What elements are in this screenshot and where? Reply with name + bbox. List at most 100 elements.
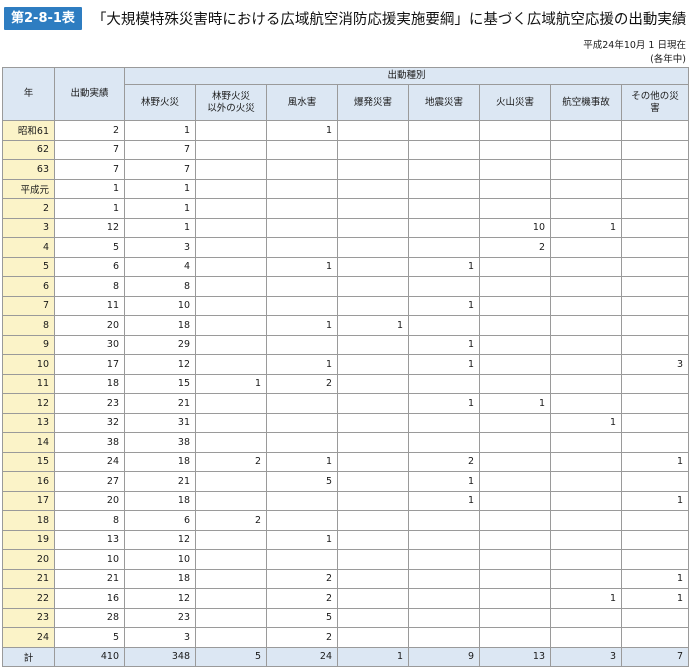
value-cell	[620, 120, 690, 141]
table-row: 22 16 12 2 1 1	[2, 588, 690, 609]
value-cell	[266, 198, 338, 219]
value-cell: 31	[124, 412, 196, 433]
value-cell	[195, 471, 267, 492]
value-cell: 1	[124, 120, 196, 141]
year-cell: 12	[2, 393, 55, 414]
value-cell	[550, 354, 622, 375]
total-cell: 8	[54, 276, 125, 297]
category-header: その他の災害	[620, 84, 690, 121]
value-cell: 2	[266, 588, 338, 609]
value-cell	[337, 568, 409, 589]
total-cell: 1	[54, 198, 125, 219]
table-row: 12 23 21 1 1	[2, 393, 690, 414]
document-page: 第2-8-1表 「大規模特殊災害時における広域航空消防応援実施要綱」に基づく広域…	[0, 0, 690, 667]
value-cell	[195, 334, 267, 355]
value-cell	[337, 276, 409, 297]
value-cell	[479, 568, 551, 589]
year-cell: 4	[2, 237, 55, 258]
value-cell	[479, 510, 551, 531]
year-cell: 8	[2, 315, 55, 336]
total-cell: 8	[54, 510, 125, 531]
value-cell	[620, 471, 690, 492]
total-cell: 5	[54, 237, 125, 258]
value-cell: 1	[408, 490, 480, 511]
value-cell	[337, 198, 409, 219]
value-cell: 348	[124, 646, 196, 667]
value-cell	[620, 139, 690, 160]
year-cell: 5	[2, 256, 55, 277]
value-cell	[195, 393, 267, 414]
value-cell: 1	[408, 471, 480, 492]
year-cell: 3	[2, 217, 55, 238]
value-cell: 10	[479, 217, 551, 238]
value-cell: 1	[408, 393, 480, 414]
value-cell	[620, 549, 690, 570]
value-cell: 3	[124, 237, 196, 258]
value-cell: 3	[620, 354, 690, 375]
total-cell: 32	[54, 412, 125, 433]
table-row: 15 24 18 2 1 2 1	[2, 451, 690, 472]
value-cell	[550, 295, 622, 316]
value-cell	[408, 139, 480, 160]
value-cell	[195, 237, 267, 258]
value-cell	[550, 432, 622, 453]
value-cell	[337, 432, 409, 453]
year-cell: 平成元	[2, 178, 55, 199]
value-cell	[266, 393, 338, 414]
value-cell	[550, 393, 622, 414]
value-cell	[266, 510, 338, 531]
total-cell: 24	[54, 451, 125, 472]
year-cell: 63	[2, 159, 55, 180]
value-cell	[337, 529, 409, 550]
value-cell	[195, 276, 267, 297]
total-cell: 21	[54, 568, 125, 589]
value-cell	[408, 373, 480, 394]
category-header: 地震災害	[408, 84, 480, 121]
total-cell: 30	[54, 334, 125, 355]
value-cell	[479, 627, 551, 648]
table-row: 11 18 15 1 2	[2, 373, 690, 394]
total-cell: 16	[54, 588, 125, 609]
category-header: 火山災害	[479, 84, 551, 121]
total-cell: 6	[54, 256, 125, 277]
value-cell: 1	[266, 256, 338, 277]
value-cell	[266, 276, 338, 297]
value-cell: 7	[124, 139, 196, 160]
value-cell: 38	[124, 432, 196, 453]
table-row: 211	[2, 198, 690, 219]
value-cell	[195, 198, 267, 219]
total-cell: 10	[54, 549, 125, 570]
period-note: (各年中)	[650, 54, 686, 65]
value-cell	[195, 627, 267, 648]
value-cell	[620, 178, 690, 199]
as-of-date: 平成24年10月 1 日現在	[583, 40, 686, 51]
value-cell: 1	[124, 198, 196, 219]
value-cell: 10	[124, 549, 196, 570]
table-row: 688	[2, 276, 690, 297]
value-cell	[550, 315, 622, 336]
table-row: 63 7 7	[2, 159, 690, 180]
total-dispatch-header: 出動実績	[54, 67, 125, 121]
total-cell: 11	[54, 295, 125, 316]
table-row: 8 20 18 1 1	[2, 315, 690, 336]
value-cell	[550, 178, 622, 199]
value-cell	[479, 120, 551, 141]
value-cell	[479, 529, 551, 550]
value-cell: 2	[195, 451, 267, 472]
total-row: 計 410 348 5 24 1 9 13 3 7	[2, 646, 690, 667]
year-cell: 17	[2, 490, 55, 511]
value-cell	[479, 315, 551, 336]
value-cell	[550, 529, 622, 550]
year-cell: 23	[2, 607, 55, 628]
year-cell: 昭和61	[2, 120, 55, 141]
value-cell	[266, 549, 338, 570]
year-cell: 19	[2, 529, 55, 550]
value-cell	[620, 510, 690, 531]
value-cell	[550, 373, 622, 394]
value-cell	[337, 412, 409, 433]
year-cell: 18	[2, 510, 55, 531]
value-cell: 29	[124, 334, 196, 355]
value-cell: 21	[124, 393, 196, 414]
value-cell: 13	[479, 646, 551, 667]
table-row: 14 38 38	[2, 432, 690, 453]
